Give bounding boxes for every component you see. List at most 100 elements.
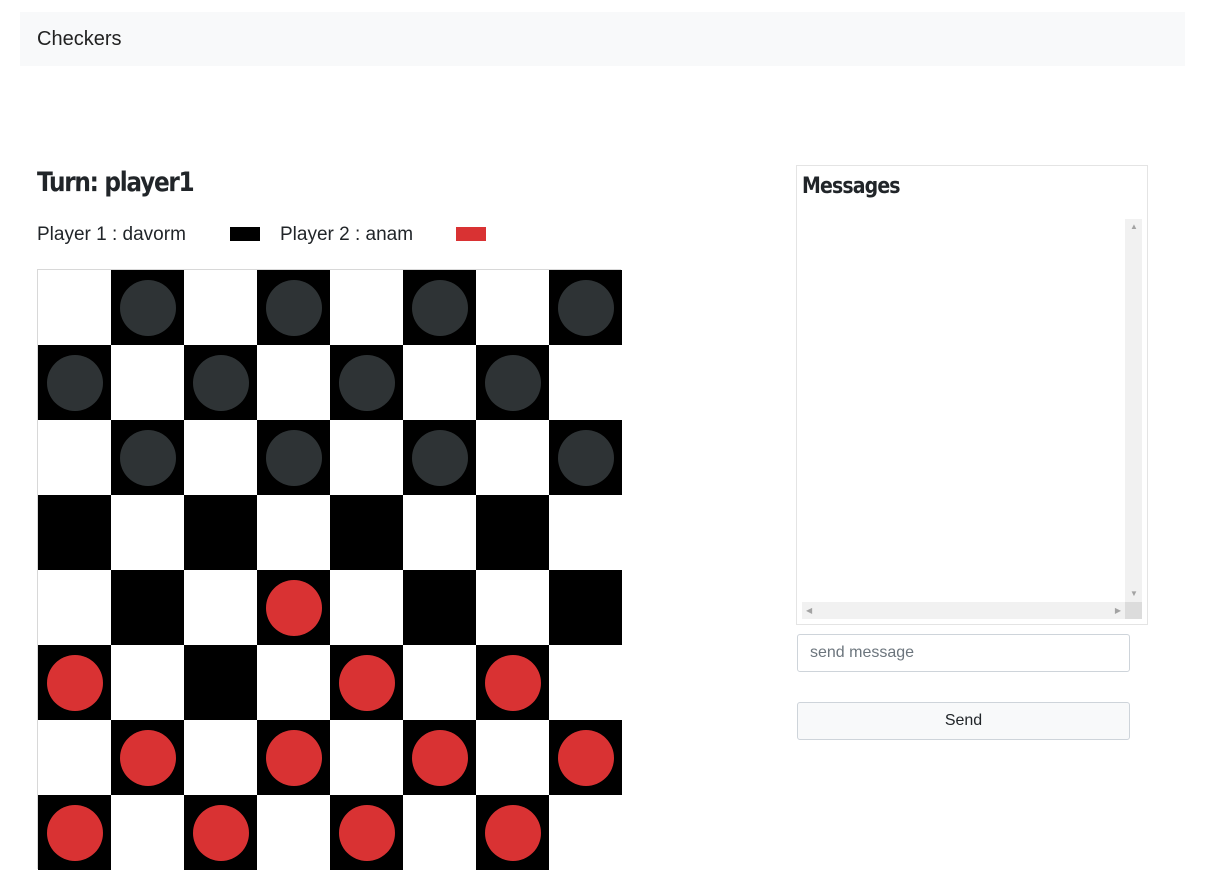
board-square-r3-c1[interactable] [111, 495, 184, 570]
board-square-r7-c5[interactable] [403, 795, 476, 870]
red-piece[interactable] [46, 804, 103, 861]
dark-piece[interactable] [411, 429, 468, 486]
board-square-r4-c5[interactable] [403, 570, 476, 645]
turn-indicator: Turn: player1 [37, 167, 195, 198]
vertical-scrollbar[interactable]: ▲ ▼ [1125, 219, 1142, 602]
red-piece[interactable] [119, 729, 176, 786]
board-square-r2-c2[interactable] [184, 420, 257, 495]
board-square-r7-c1[interactable] [111, 795, 184, 870]
board-square-r3-c6[interactable] [476, 495, 549, 570]
board-square-r5-c2[interactable] [184, 645, 257, 720]
horizontal-scrollbar[interactable]: ◀ ▶ [802, 602, 1125, 619]
board-square-r6-c4[interactable] [330, 720, 403, 795]
board-square-r2-c5[interactable] [403, 420, 476, 495]
board-square-r5-c3[interactable] [257, 645, 330, 720]
scroll-down-arrow-icon[interactable]: ▼ [1130, 590, 1138, 598]
dark-piece[interactable] [557, 429, 614, 486]
board-square-r7-c2[interactable] [184, 795, 257, 870]
red-piece[interactable] [338, 654, 395, 711]
message-input[interactable] [797, 634, 1130, 672]
board-square-r0-c5[interactable] [403, 270, 476, 345]
board-square-r1-c1[interactable] [111, 345, 184, 420]
board-square-r1-c5[interactable] [403, 345, 476, 420]
scroll-up-arrow-icon[interactable]: ▲ [1130, 223, 1138, 231]
dark-piece[interactable] [119, 279, 176, 336]
board-square-r0-c4[interactable] [330, 270, 403, 345]
red-piece[interactable] [192, 804, 249, 861]
board-square-r4-c7[interactable] [549, 570, 622, 645]
board-square-r6-c3[interactable] [257, 720, 330, 795]
red-piece[interactable] [557, 729, 614, 786]
board-square-r1-c2[interactable] [184, 345, 257, 420]
red-piece[interactable] [338, 804, 395, 861]
board-square-r5-c5[interactable] [403, 645, 476, 720]
red-piece[interactable] [265, 729, 322, 786]
brand-link[interactable]: Checkers [37, 27, 121, 51]
board-square-r5-c4[interactable] [330, 645, 403, 720]
board-square-r4-c1[interactable] [111, 570, 184, 645]
board-square-r6-c2[interactable] [184, 720, 257, 795]
board-square-r4-c3[interactable] [257, 570, 330, 645]
board-square-r0-c6[interactable] [476, 270, 549, 345]
red-piece[interactable] [265, 579, 322, 636]
dark-piece[interactable] [119, 429, 176, 486]
board-square-r4-c6[interactable] [476, 570, 549, 645]
scroll-right-arrow-icon[interactable]: ▶ [1115, 607, 1121, 615]
board-square-r0-c2[interactable] [184, 270, 257, 345]
board-square-r7-c4[interactable] [330, 795, 403, 870]
board-square-r0-c3[interactable] [257, 270, 330, 345]
red-piece[interactable] [484, 654, 541, 711]
board-square-r0-c1[interactable] [111, 270, 184, 345]
board-square-r3-c3[interactable] [257, 495, 330, 570]
board-square-r2-c7[interactable] [549, 420, 622, 495]
scroll-left-arrow-icon[interactable]: ◀ [806, 607, 812, 615]
red-piece[interactable] [411, 729, 468, 786]
board-square-r4-c4[interactable] [330, 570, 403, 645]
board-square-r2-c1[interactable] [111, 420, 184, 495]
dark-piece[interactable] [338, 354, 395, 411]
board-square-r2-c4[interactable] [330, 420, 403, 495]
board-square-r7-c0[interactable] [38, 795, 111, 870]
board-square-r2-c3[interactable] [257, 420, 330, 495]
board-square-r7-c6[interactable] [476, 795, 549, 870]
board-square-r6-c1[interactable] [111, 720, 184, 795]
board-square-r3-c2[interactable] [184, 495, 257, 570]
red-piece[interactable] [46, 654, 103, 711]
dark-piece[interactable] [484, 354, 541, 411]
board-square-r5-c1[interactable] [111, 645, 184, 720]
scrollbar-corner [1125, 602, 1142, 619]
board-square-r5-c7[interactable] [549, 645, 622, 720]
board-square-r7-c3[interactable] [257, 795, 330, 870]
dark-piece[interactable] [557, 279, 614, 336]
board-square-r1-c6[interactable] [476, 345, 549, 420]
board-square-r1-c0[interactable] [38, 345, 111, 420]
board-square-r3-c4[interactable] [330, 495, 403, 570]
red-piece[interactable] [484, 804, 541, 861]
board-square-r3-c5[interactable] [403, 495, 476, 570]
board-square-r2-c0[interactable] [38, 420, 111, 495]
board-square-r3-c0[interactable] [38, 495, 111, 570]
dark-piece[interactable] [265, 279, 322, 336]
board-square-r0-c7[interactable] [549, 270, 622, 345]
board-square-r1-c7[interactable] [549, 345, 622, 420]
board-square-r1-c3[interactable] [257, 345, 330, 420]
board-square-r1-c4[interactable] [330, 345, 403, 420]
board-square-r5-c6[interactable] [476, 645, 549, 720]
board-square-r4-c0[interactable] [38, 570, 111, 645]
board-square-r6-c0[interactable] [38, 720, 111, 795]
board-square-r4-c2[interactable] [184, 570, 257, 645]
board-square-r5-c0[interactable] [38, 645, 111, 720]
board-square-r3-c7[interactable] [549, 495, 622, 570]
dark-piece[interactable] [411, 279, 468, 336]
dark-piece[interactable] [192, 354, 249, 411]
board-square-r6-c6[interactable] [476, 720, 549, 795]
messages-list[interactable]: ▲ ▼ ◀ ▶ [802, 219, 1142, 619]
board-square-r0-c0[interactable] [38, 270, 111, 345]
board-square-r6-c5[interactable] [403, 720, 476, 795]
board-square-r7-c7[interactable] [549, 795, 622, 870]
send-button[interactable]: Send [797, 702, 1130, 740]
dark-piece[interactable] [46, 354, 103, 411]
board-square-r6-c7[interactable] [549, 720, 622, 795]
dark-piece[interactable] [265, 429, 322, 486]
board-square-r2-c6[interactable] [476, 420, 549, 495]
